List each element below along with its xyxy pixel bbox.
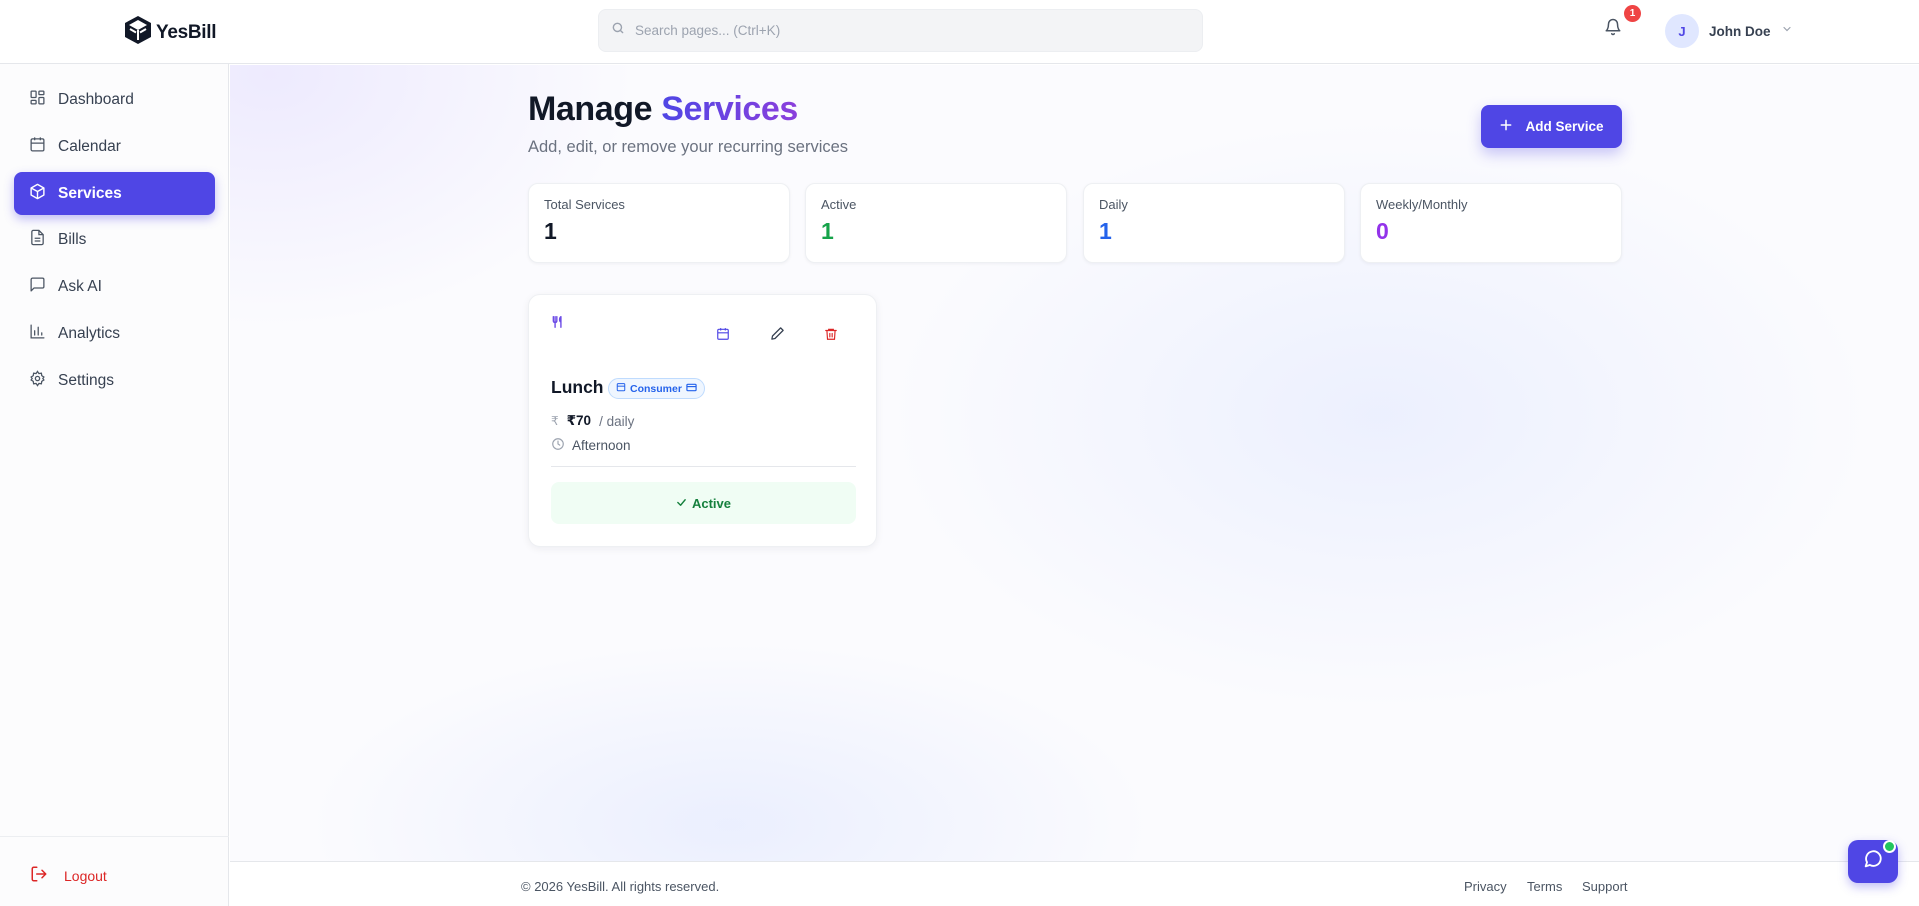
- sidebar-item-label: Bills: [58, 230, 87, 248]
- user-menu[interactable]: J John Doe: [1665, 14, 1793, 48]
- page-title-accent: Services: [661, 90, 798, 128]
- status-toggle[interactable]: Active: [551, 482, 856, 524]
- chat-bubble-icon: [1862, 848, 1884, 875]
- search-icon: [611, 21, 625, 40]
- service-frequency: / daily: [599, 413, 635, 429]
- sidebar-item-dashboard[interactable]: Dashboard: [14, 78, 215, 121]
- check-icon: [676, 496, 687, 511]
- search-input[interactable]: [635, 23, 1195, 38]
- sidebar-item-label: Settings: [58, 371, 115, 389]
- sidebar-item-settings[interactable]: Settings: [14, 359, 215, 402]
- footer-link-support[interactable]: Support: [1582, 879, 1628, 894]
- top-header: YesBill 1 J John Doe: [0, 0, 1919, 64]
- chevron-down-icon: [1781, 22, 1793, 40]
- logout-button[interactable]: Logout: [30, 865, 107, 886]
- sidebar-item-label: Analytics: [58, 324, 121, 342]
- copyright-text: © 2026 YesBill. All rights reserved.: [521, 879, 720, 894]
- calendar-icon: [29, 136, 46, 158]
- page-title: Manage Services: [528, 90, 798, 129]
- file-text-icon: [29, 229, 46, 251]
- stat-label: Daily: [1099, 197, 1128, 212]
- logout-icon: [30, 865, 48, 886]
- footer-link-privacy[interactable]: Privacy: [1464, 879, 1507, 894]
- page-footer: © 2026 YesBill. All rights reserved. Pri…: [230, 861, 1919, 906]
- utensils-icon: [551, 315, 565, 334]
- time-row: Afternoon: [551, 437, 631, 454]
- sidebar-item-bills[interactable]: Bills: [14, 218, 215, 261]
- status-label: Active: [691, 495, 732, 511]
- stat-card-active: Active 1: [805, 183, 1067, 263]
- logout-label: Logout: [64, 867, 107, 884]
- search-bar[interactable]: [598, 9, 1203, 52]
- sidebar-item-ask-ai[interactable]: Ask AI: [14, 265, 215, 308]
- trash-icon: [824, 327, 838, 346]
- stat-label: Weekly/Monthly: [1376, 197, 1468, 212]
- sidebar-item-label: Ask AI: [58, 277, 102, 295]
- calendar-icon: [716, 327, 730, 346]
- notifications-button[interactable]: [1600, 16, 1626, 42]
- service-time: Afternoon: [572, 438, 631, 453]
- package-icon: [29, 183, 46, 205]
- main-content: Manage Services Add, edit, or remove you…: [230, 65, 1919, 861]
- sidebar: Dashboard Calendar Services Bills Ask AI…: [0, 64, 229, 906]
- card-icon: [686, 383, 697, 395]
- stat-value: 1: [1099, 218, 1112, 244]
- stat-card-total: Total Services 1: [528, 183, 790, 263]
- calendar-icon: [616, 382, 626, 395]
- edit-button[interactable]: [765, 324, 789, 348]
- bar-chart-icon: [29, 323, 46, 345]
- calendar-button[interactable]: [711, 324, 735, 348]
- delete-button[interactable]: [819, 324, 843, 348]
- card-divider: [551, 466, 856, 467]
- stat-label: Active: [821, 197, 857, 212]
- add-service-button[interactable]: Add Service: [1481, 105, 1622, 148]
- logo-cube-icon: [124, 15, 152, 50]
- bell-icon: [1604, 18, 1622, 41]
- page-title-main: Manage: [528, 90, 653, 128]
- avatar: J: [1665, 14, 1699, 48]
- sidebar-item-label: Services: [58, 184, 122, 202]
- sidebar-item-analytics[interactable]: Analytics: [14, 312, 215, 355]
- app-name: YesBill: [156, 21, 217, 43]
- user-name: John Doe: [1709, 23, 1771, 39]
- role-badge-label: Consumer: [630, 382, 682, 395]
- stat-label: Total Services: [544, 197, 625, 212]
- sidebar-footer: Logout: [0, 836, 229, 906]
- notification-count-badge: 1: [1624, 5, 1641, 22]
- price-row: ₹ ₹70 / daily: [551, 413, 634, 429]
- service-card: Lunch Consumer ₹ ₹70 / daily Afternoon A…: [528, 294, 877, 547]
- service-name: Lunch: [551, 377, 604, 397]
- sidebar-item-services[interactable]: Services: [14, 172, 215, 215]
- page-subtitle: Add, edit, or remove your recurring serv…: [528, 138, 849, 156]
- stat-card-weekly-monthly: Weekly/Monthly 0: [1360, 183, 1622, 263]
- gear-icon: [29, 369, 46, 392]
- footer-link-terms[interactable]: Terms: [1527, 879, 1562, 894]
- message-square-icon: [29, 276, 46, 298]
- plus-icon: [1499, 118, 1513, 135]
- sidebar-item-label: Dashboard: [58, 90, 134, 108]
- add-service-label: Add Service: [1525, 119, 1604, 134]
- app-logo[interactable]: YesBill: [124, 15, 217, 50]
- clock-icon: [551, 437, 565, 454]
- online-status-dot: [1883, 840, 1896, 853]
- sidebar-item-calendar[interactable]: Calendar: [14, 125, 215, 168]
- sidebar-item-label: Calendar: [58, 137, 121, 155]
- stat-value: 1: [821, 218, 834, 244]
- stat-card-daily: Daily 1: [1083, 183, 1345, 263]
- dashboard-icon: [29, 89, 46, 111]
- stat-value: 1: [544, 218, 557, 244]
- role-badge: Consumer: [608, 378, 705, 399]
- service-price: ₹70: [566, 413, 592, 428]
- pencil-icon: [770, 326, 785, 346]
- rupee-icon: ₹: [551, 414, 559, 428]
- stat-value: 0: [1376, 218, 1389, 244]
